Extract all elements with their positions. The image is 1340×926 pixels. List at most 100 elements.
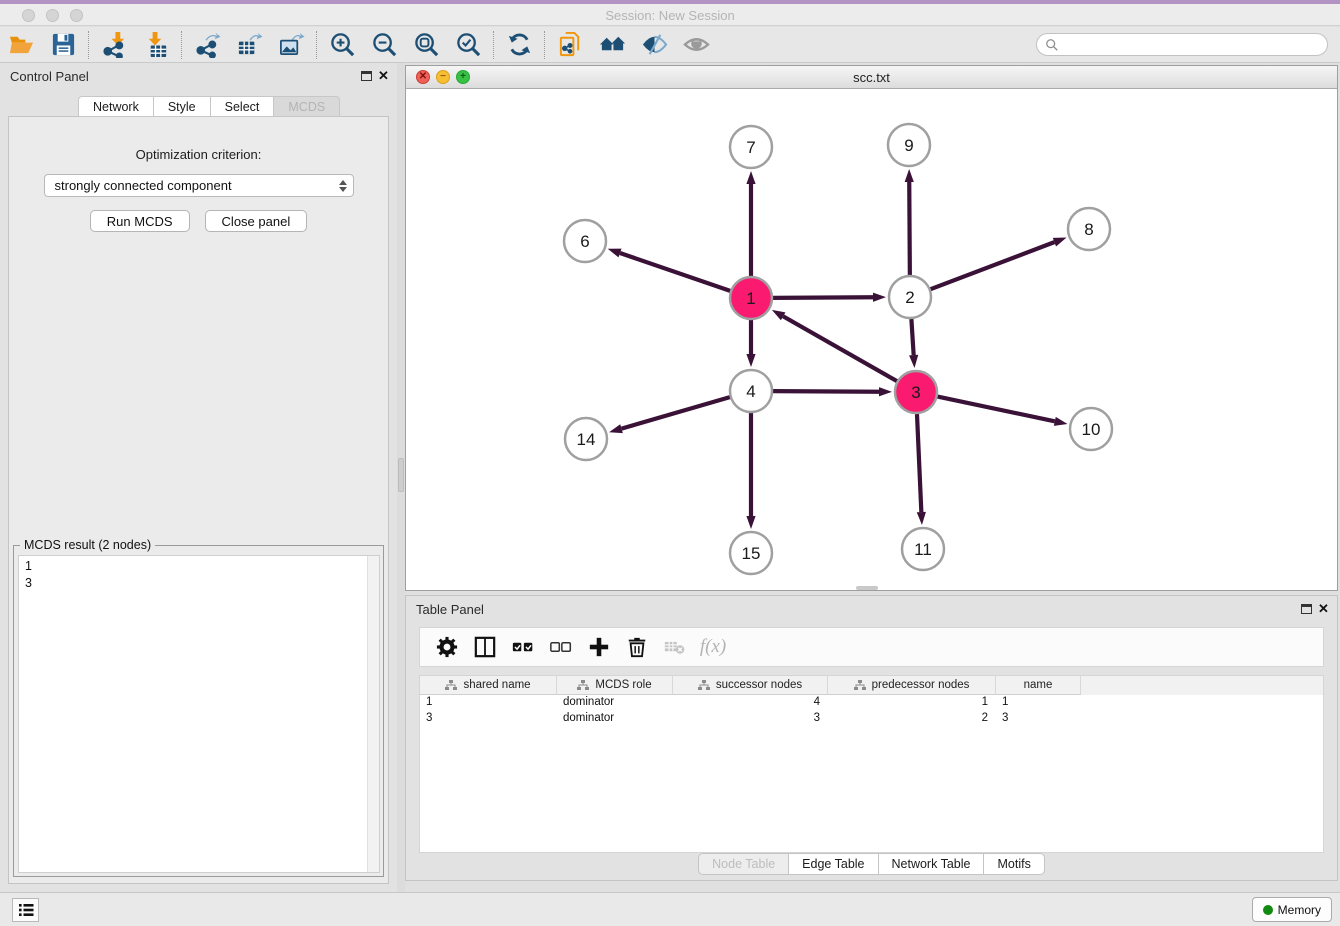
column-label: MCDS role	[595, 679, 651, 691]
column-header-successor-nodes[interactable]: successor nodes	[673, 676, 828, 695]
network-canvas[interactable]: 7968124314101511	[406, 89, 1337, 590]
hide-panel-button[interactable]	[675, 28, 717, 62]
column-header-MCDS-role[interactable]: MCDS role	[557, 676, 673, 695]
select-all-columns-button[interactable]	[504, 630, 542, 664]
tab-node-table[interactable]: Node Table	[698, 853, 788, 875]
canvas-horizontal-scrollbar[interactable]	[856, 586, 878, 590]
edge-3-11[interactable]	[917, 414, 921, 512]
export-table-button[interactable]	[228, 28, 270, 62]
cell-successor-nodes[interactable]: 4	[673, 695, 828, 711]
tab-select[interactable]: Select	[210, 96, 274, 117]
home-button[interactable]	[591, 28, 633, 62]
cell-name[interactable]: 1	[996, 695, 1081, 711]
search-input[interactable]	[1059, 36, 1327, 54]
save-session-button[interactable]	[42, 28, 84, 62]
mcds-result-list[interactable]: 13	[18, 555, 380, 873]
search-box[interactable]	[1036, 33, 1328, 56]
close-panel-button[interactable]: Close panel	[205, 210, 308, 232]
edge-arrowhead	[746, 354, 755, 367]
refresh-view-button[interactable]	[498, 28, 540, 62]
tab-network[interactable]: Network	[78, 96, 153, 117]
tab-style[interactable]: Style	[153, 96, 210, 117]
edge-4-3[interactable]	[773, 391, 879, 392]
export-table-icon	[236, 31, 263, 58]
delete-table-button[interactable]	[656, 630, 694, 664]
edge-1-6[interactable]	[620, 253, 730, 291]
network-graph: 7968124314101511	[406, 89, 1337, 590]
panel-divider[interactable]	[397, 63, 405, 892]
float-panel-icon[interactable]	[361, 71, 372, 81]
table-settings-button[interactable]	[428, 630, 466, 664]
cell-name[interactable]: 3	[996, 711, 1081, 727]
show-graphics-details-button[interactable]	[633, 28, 675, 62]
divider-grip[interactable]	[398, 458, 404, 492]
cell-MCDS-role[interactable]: dominator	[557, 695, 673, 711]
mcds-result-group: MCDS result (2 nodes) 13	[13, 545, 384, 877]
add-column-button[interactable]	[580, 630, 618, 664]
control-panel: Control Panel ✕ NetworkStyleSelectMCDS O…	[0, 63, 397, 892]
window-title: Session: New Session	[0, 8, 1340, 23]
zoom-fit-button[interactable]	[405, 28, 447, 62]
clone-network-button[interactable]	[549, 28, 591, 62]
edge-2-3[interactable]	[911, 319, 913, 355]
cell-shared-name[interactable]: 3	[420, 711, 557, 727]
delete-columns-button[interactable]	[618, 630, 656, 664]
deselect-all-columns-button[interactable]	[542, 630, 580, 664]
column-header-shared-name[interactable]: shared name	[420, 676, 557, 695]
zoom-in-button[interactable]	[321, 28, 363, 62]
toolbar-separator	[316, 31, 317, 59]
edge-arrowhead	[1053, 238, 1067, 247]
function-builder-button[interactable]: f(x)	[694, 630, 732, 664]
list-icon	[18, 903, 34, 917]
memory-status-icon	[1263, 905, 1273, 915]
import-network-button[interactable]	[93, 28, 135, 62]
zoom-selected-icon	[455, 31, 482, 58]
table-row[interactable]: 1dominator411	[420, 695, 1323, 711]
close-panel-icon[interactable]: ✕	[378, 68, 389, 84]
tab-motifs[interactable]: Motifs	[983, 853, 1044, 875]
edge-3-1[interactable]	[783, 316, 897, 381]
task-history-button[interactable]	[12, 898, 39, 922]
open-session-button[interactable]	[0, 28, 42, 62]
edge-2-9[interactable]	[909, 182, 910, 275]
close-table-panel-icon[interactable]: ✕	[1318, 601, 1329, 617]
import-table-button[interactable]	[135, 28, 177, 62]
result-line: 1	[25, 558, 379, 575]
edge-4-14[interactable]	[622, 397, 730, 429]
zoom-fit-icon	[413, 31, 440, 58]
zoom-out-button[interactable]	[363, 28, 405, 62]
cell-shared-name[interactable]: 1	[420, 695, 557, 711]
result-scrollbar[interactable]	[367, 556, 379, 872]
toolbar-separator	[88, 31, 89, 59]
run-mcds-button[interactable]: Run MCDS	[90, 210, 190, 232]
cell-predecessor-nodes[interactable]: 2	[828, 711, 996, 727]
tab-network-table[interactable]: Network Table	[878, 853, 984, 875]
memory-label: Memory	[1278, 903, 1321, 917]
edge-3-10[interactable]	[938, 397, 1055, 422]
float-table-panel-icon[interactable]	[1301, 604, 1312, 614]
export-network-button[interactable]	[186, 28, 228, 62]
column-header-predecessor-nodes[interactable]: predecessor nodes	[828, 676, 996, 695]
column-header-name[interactable]: name	[996, 676, 1081, 695]
export-image-button[interactable]	[270, 28, 312, 62]
edge-1-2[interactable]	[773, 297, 873, 298]
cell-predecessor-nodes[interactable]: 1	[828, 695, 996, 711]
delete-table-icon	[664, 636, 686, 658]
node-label-9: 9	[904, 136, 913, 155]
node-table[interactable]: shared name MCDS role successor nodesprede…	[419, 675, 1324, 853]
criterion-select[interactable]: strongly connected component	[44, 174, 354, 197]
clone-network-icon	[557, 31, 584, 58]
tab-edge-table[interactable]: Edge Table	[788, 853, 877, 875]
application-window: Session: New Session Control Panel	[0, 0, 1340, 926]
table-row[interactable]: 3dominator323	[420, 711, 1323, 727]
memory-button[interactable]: Memory	[1252, 897, 1332, 922]
show-column-panel-button[interactable]	[466, 630, 504, 664]
edge-2-8[interactable]	[931, 242, 1055, 289]
zoom-selected-button[interactable]	[447, 28, 489, 62]
columns-icon	[474, 636, 496, 658]
control-panel-title: Control Panel	[10, 69, 89, 84]
edge-arrowhead	[746, 171, 755, 184]
cell-MCDS-role[interactable]: dominator	[557, 711, 673, 727]
tab-mcds[interactable]: MCDS	[273, 96, 340, 117]
cell-successor-nodes[interactable]: 3	[673, 711, 828, 727]
